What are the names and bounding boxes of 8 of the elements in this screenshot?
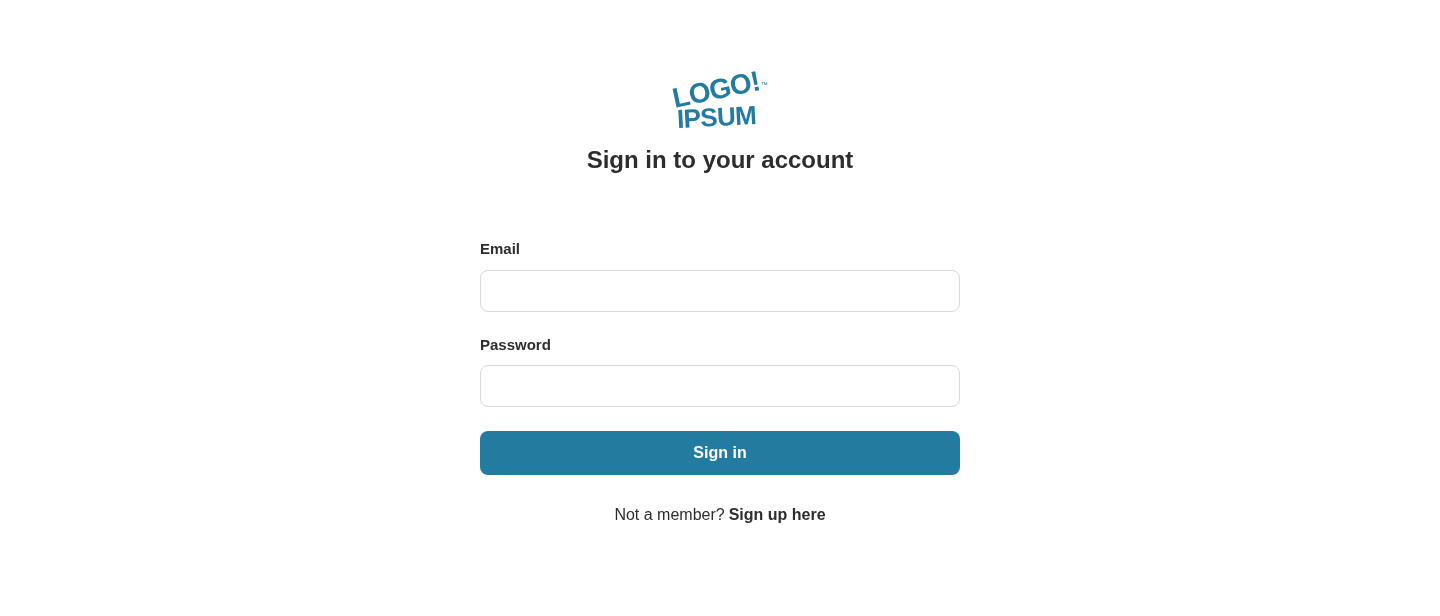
field-label: Password: [480, 334, 552, 355]
input-field[interactable]: [480, 269, 960, 312]
sign-up-link[interactable]: Sign up here: [728, 503, 826, 527]
field-label: Email: [480, 239, 522, 259]
input-field[interactable]: [480, 365, 960, 407]
sign-in-button[interactable]: Sign in: [480, 431, 960, 475]
page-title: Sign in to your account: [586, 145, 854, 175]
footer-text: Not a member?: [614, 505, 725, 525]
